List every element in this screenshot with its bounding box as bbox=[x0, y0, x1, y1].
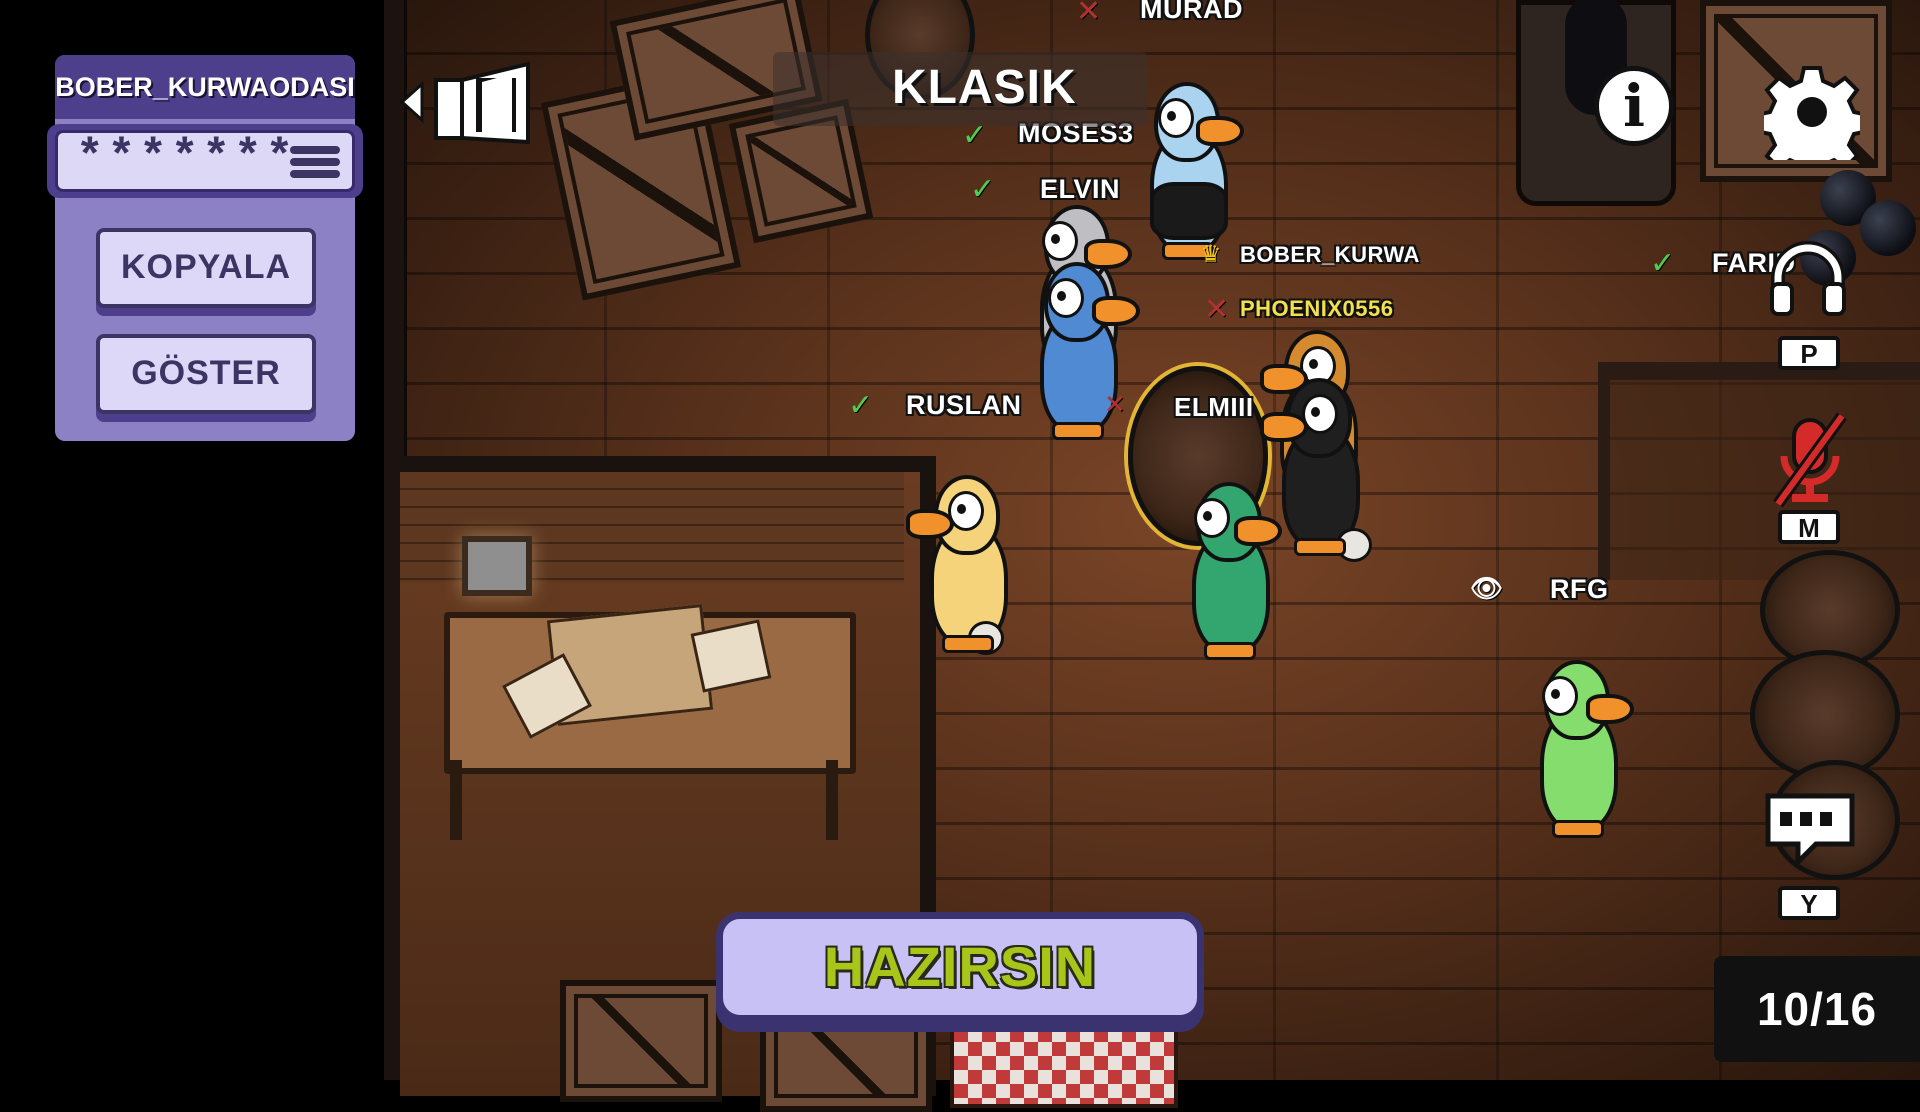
ready-check-icon: ✓ bbox=[970, 172, 996, 207]
duck-player bbox=[1182, 482, 1282, 660]
duck-player bbox=[906, 475, 1010, 655]
spectator-eye-icon: 👁 bbox=[1470, 574, 1504, 604]
player-name: RFG bbox=[1550, 574, 1609, 604]
headphones-icon[interactable] bbox=[1770, 238, 1846, 316]
duck-player bbox=[1140, 82, 1244, 260]
info-icon[interactable]: i bbox=[1594, 66, 1674, 146]
table-legs bbox=[450, 760, 838, 840]
ready-check-icon: ✓ bbox=[1650, 246, 1676, 281]
duck-player bbox=[1530, 660, 1634, 838]
cannonball bbox=[1860, 200, 1916, 256]
room-name: BOBER_KURWAODASI bbox=[55, 55, 355, 119]
ready-button[interactable]: HAZIRSIN bbox=[716, 912, 1204, 1022]
player-count: 10/16 bbox=[1714, 956, 1920, 1062]
crown-icon: ♛ bbox=[1200, 240, 1222, 268]
crate bbox=[560, 980, 722, 1102]
checkered-cloth bbox=[950, 1010, 1178, 1108]
duck-player bbox=[1260, 378, 1372, 562]
show-button[interactable]: GÖSTER bbox=[96, 334, 316, 414]
copy-button[interactable]: KOPYALA bbox=[96, 228, 316, 308]
player-name: RUSLAN bbox=[906, 390, 1022, 420]
room-code-masked: ******* bbox=[76, 132, 298, 184]
exit-door-icon[interactable] bbox=[399, 58, 540, 146]
game-mode-label: KLASIK bbox=[892, 61, 1077, 114]
mic-muted-icon[interactable] bbox=[1770, 410, 1850, 510]
player-name: ELVIN bbox=[1040, 174, 1121, 204]
mute-key-hint: M bbox=[1778, 510, 1840, 544]
voice-key-hint: P bbox=[1778, 336, 1840, 370]
not-ready-icon: ✕ bbox=[1104, 390, 1126, 420]
picture-frame bbox=[462, 536, 532, 596]
shelf bbox=[1598, 362, 1920, 580]
player-name: PHOENIX0556 bbox=[1240, 296, 1394, 321]
chat-icon[interactable] bbox=[1762, 786, 1858, 869]
not-ready-icon: ✕ bbox=[1204, 292, 1230, 327]
menu-icon[interactable] bbox=[290, 146, 340, 178]
player-name: MURAD bbox=[1140, 0, 1243, 24]
player-name: ELMIII bbox=[1174, 392, 1254, 422]
not-ready-icon: ✕ bbox=[1076, 0, 1102, 29]
chat-key-hint: Y bbox=[1778, 886, 1840, 920]
gear-icon[interactable] bbox=[1755, 64, 1869, 180]
player-name-host: BOBER_KURWA bbox=[1240, 242, 1420, 267]
ready-check-icon: ✓ bbox=[848, 388, 874, 423]
crate bbox=[760, 1010, 932, 1112]
